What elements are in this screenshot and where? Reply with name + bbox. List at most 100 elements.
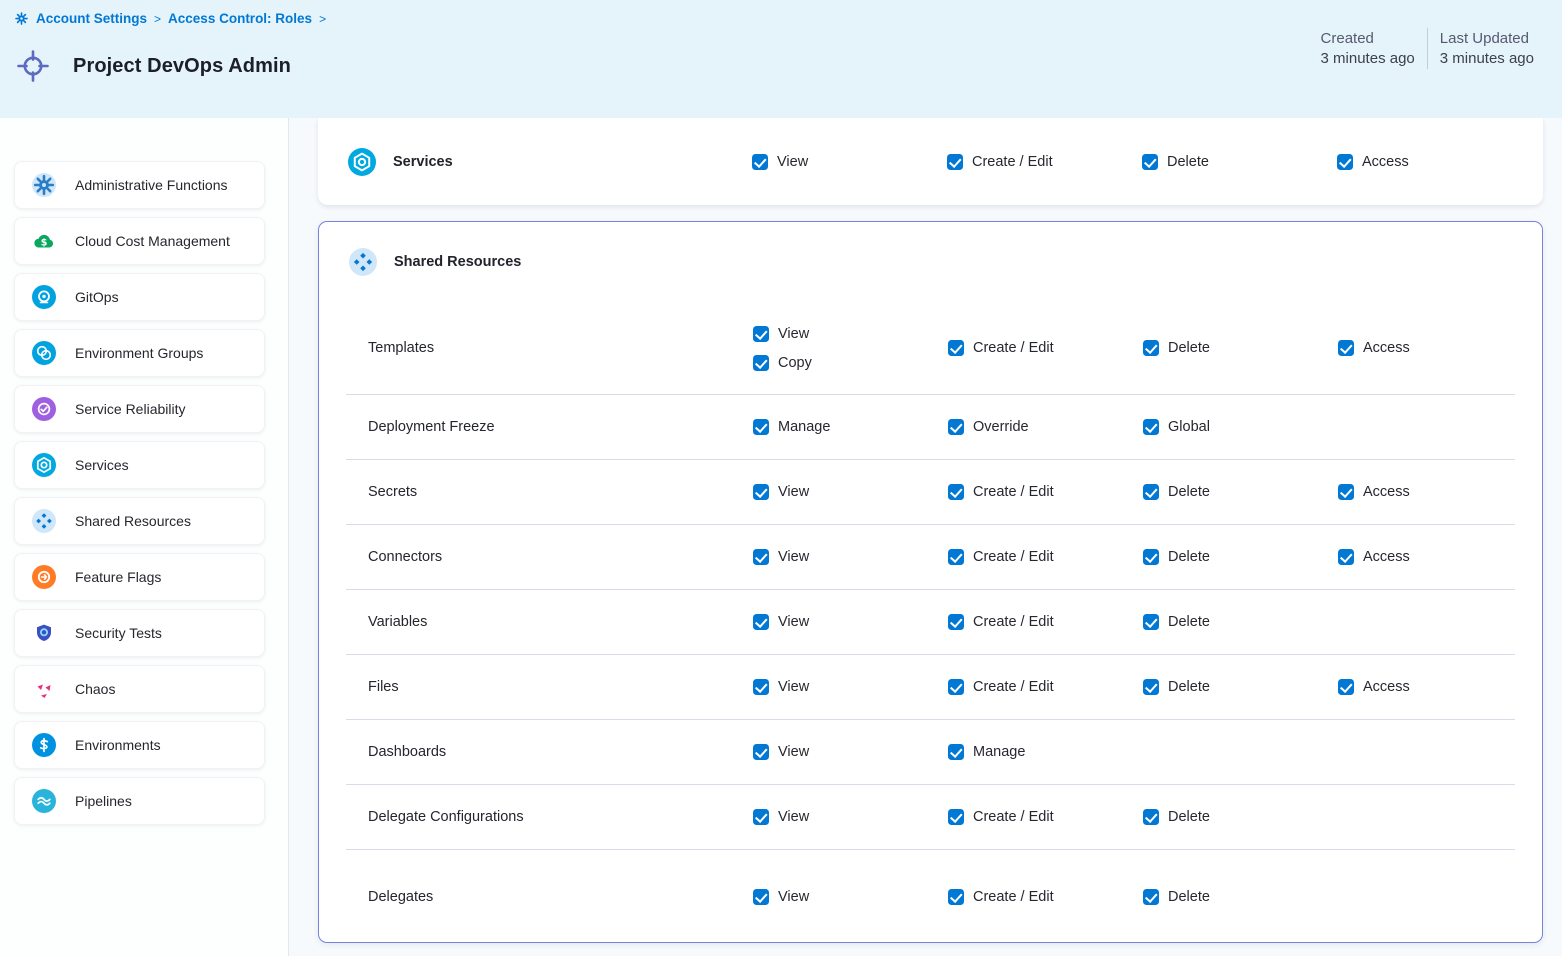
- services-section-card[interactable]: Services View Create / Edit DeleteAccess: [318, 118, 1543, 205]
- checked-checkbox-icon[interactable]: [1143, 614, 1159, 630]
- sidebar-item-service-reliability[interactable]: Service Reliability: [14, 385, 265, 433]
- checkbox-shared-resources-delegate-configurations-delete[interactable]: Delete: [1143, 809, 1338, 825]
- permission-row-templates: TemplatesViewCopyCreate / EditDeleteAcce…: [346, 302, 1515, 394]
- sidebar-item-administrative-functions[interactable]: Administrative Functions: [14, 161, 265, 209]
- checkbox-shared-resources-templates-access[interactable]: Access: [1338, 340, 1515, 356]
- sidebar-item-security-tests[interactable]: Security Tests: [14, 609, 265, 657]
- checkbox-label: View: [778, 549, 809, 565]
- checked-checkbox-icon[interactable]: [948, 809, 964, 825]
- checked-checkbox-icon[interactable]: [948, 484, 964, 500]
- services-section-title: Services: [393, 154, 453, 170]
- checked-checkbox-icon[interactable]: [753, 419, 769, 435]
- checked-checkbox-icon[interactable]: [1337, 154, 1353, 170]
- sidebar-item-environment-groups[interactable]: Environment Groups: [14, 329, 265, 377]
- checkbox-services-create-edit[interactable]: Create / Edit: [947, 154, 1142, 170]
- checked-checkbox-icon[interactable]: [753, 326, 769, 342]
- checkbox-shared-resources-secrets-create-edit[interactable]: Create / Edit: [948, 484, 1143, 500]
- checked-checkbox-icon[interactable]: [947, 154, 963, 170]
- checked-checkbox-icon[interactable]: [948, 340, 964, 356]
- checkbox-shared-resources-deployment-freeze-override[interactable]: Override: [948, 419, 1143, 435]
- sidebar-item-pipelines[interactable]: Pipelines: [14, 777, 265, 825]
- checkbox-shared-resources-delegates-view[interactable]: View: [753, 889, 948, 905]
- checkbox-shared-resources-files-delete[interactable]: Delete: [1143, 679, 1338, 695]
- checked-checkbox-icon[interactable]: [752, 154, 768, 170]
- checked-checkbox-icon[interactable]: [1143, 340, 1159, 356]
- checkbox-shared-resources-templates-create-edit[interactable]: Create / Edit: [948, 340, 1143, 356]
- checkbox-shared-resources-secrets-delete[interactable]: Delete: [1143, 484, 1338, 500]
- permission-row-files: FilesViewCreate / EditDeleteAccess: [346, 654, 1515, 719]
- sidebar-item-label: Chaos: [75, 681, 115, 697]
- checkbox-shared-resources-dashboards-manage[interactable]: Manage: [948, 744, 1143, 760]
- sidebar-item-cloud-cost-management[interactable]: $Cloud Cost Management: [14, 217, 265, 265]
- checked-checkbox-icon[interactable]: [1338, 340, 1354, 356]
- checked-checkbox-icon[interactable]: [948, 744, 964, 760]
- checkbox-services-delete[interactable]: Delete: [1142, 154, 1337, 170]
- checked-checkbox-icon[interactable]: [753, 809, 769, 825]
- sidebar-item-chaos[interactable]: Chaos: [14, 665, 265, 713]
- sidebar-item-environments[interactable]: Environments: [14, 721, 265, 769]
- checked-checkbox-icon[interactable]: [948, 889, 964, 905]
- checkbox-shared-resources-templates-copy[interactable]: Copy: [753, 355, 948, 371]
- permission-cell: Delete: [1142, 154, 1337, 170]
- checked-checkbox-icon[interactable]: [1143, 679, 1159, 695]
- checkbox-label: Create / Edit: [972, 154, 1053, 170]
- checkbox-shared-resources-delegates-create-edit[interactable]: Create / Edit: [948, 889, 1143, 905]
- checkbox-shared-resources-files-create-edit[interactable]: Create / Edit: [948, 679, 1143, 695]
- sidebar-item-label: Cloud Cost Management: [75, 233, 230, 249]
- sidebar-item-feature-flags[interactable]: Feature Flags: [14, 553, 265, 601]
- breadcrumb-link-account-settings[interactable]: Account Settings: [36, 11, 147, 26]
- checkbox-shared-resources-delegate-configurations-create-edit[interactable]: Create / Edit: [948, 809, 1143, 825]
- checked-checkbox-icon[interactable]: [753, 614, 769, 630]
- checked-checkbox-icon[interactable]: [753, 889, 769, 905]
- checkbox-shared-resources-variables-create-edit[interactable]: Create / Edit: [948, 614, 1143, 630]
- checkbox-shared-resources-delegates-delete[interactable]: Delete: [1143, 889, 1338, 905]
- checkbox-shared-resources-files-view[interactable]: View: [753, 679, 948, 695]
- sidebar-item-services[interactable]: Services: [14, 441, 265, 489]
- sidebar-item-shared-resources[interactable]: Shared Resources: [14, 497, 265, 545]
- checked-checkbox-icon[interactable]: [1338, 549, 1354, 565]
- checked-checkbox-icon[interactable]: [1143, 809, 1159, 825]
- checkbox-label: Access: [1363, 679, 1410, 695]
- checkbox-shared-resources-connectors-create-edit[interactable]: Create / Edit: [948, 549, 1143, 565]
- checkbox-shared-resources-connectors-view[interactable]: View: [753, 549, 948, 565]
- checkbox-shared-resources-delegate-configurations-view[interactable]: View: [753, 809, 948, 825]
- checked-checkbox-icon[interactable]: [753, 679, 769, 695]
- checked-checkbox-icon[interactable]: [1142, 154, 1158, 170]
- shared-resources-section-title: Shared Resources: [394, 254, 521, 270]
- checked-checkbox-icon[interactable]: [948, 679, 964, 695]
- checkbox-label: View: [778, 679, 809, 695]
- checked-checkbox-icon[interactable]: [753, 484, 769, 500]
- checkbox-services-view[interactable]: View: [752, 154, 947, 170]
- checkbox-label: Delete: [1168, 679, 1210, 695]
- checkbox-shared-resources-templates-view[interactable]: View: [753, 326, 948, 342]
- checked-checkbox-icon[interactable]: [1338, 484, 1354, 500]
- checked-checkbox-icon[interactable]: [1338, 679, 1354, 695]
- checkbox-shared-resources-connectors-delete[interactable]: Delete: [1143, 549, 1338, 565]
- checkbox-shared-resources-variables-delete[interactable]: Delete: [1143, 614, 1338, 630]
- breadcrumb-link-access-control-roles[interactable]: Access Control: Roles: [168, 11, 312, 26]
- checkbox-shared-resources-templates-delete[interactable]: Delete: [1143, 340, 1338, 356]
- checkbox-shared-resources-secrets-access[interactable]: Access: [1338, 484, 1515, 500]
- checked-checkbox-icon[interactable]: [753, 355, 769, 371]
- checkbox-shared-resources-variables-view[interactable]: View: [753, 614, 948, 630]
- checked-checkbox-icon[interactable]: [1143, 549, 1159, 565]
- checkbox-shared-resources-deployment-freeze-manage[interactable]: Manage: [753, 419, 948, 435]
- checked-checkbox-icon[interactable]: [753, 549, 769, 565]
- permission-cell: Create / Edit: [948, 340, 1143, 356]
- checked-checkbox-icon[interactable]: [1143, 889, 1159, 905]
- checkbox-shared-resources-deployment-freeze-global[interactable]: Global: [1143, 419, 1338, 435]
- checkbox-services-access[interactable]: Access: [1337, 154, 1543, 170]
- sidebar-item-gitops[interactable]: GitOps: [14, 273, 265, 321]
- checkbox-shared-resources-connectors-access[interactable]: Access: [1338, 549, 1515, 565]
- checkbox-shared-resources-files-access[interactable]: Access: [1338, 679, 1515, 695]
- settings-gear-icon: [14, 11, 29, 26]
- checked-checkbox-icon[interactable]: [1143, 419, 1159, 435]
- checked-checkbox-icon[interactable]: [948, 419, 964, 435]
- checked-checkbox-icon[interactable]: [948, 614, 964, 630]
- checked-checkbox-icon[interactable]: [948, 549, 964, 565]
- checkbox-shared-resources-dashboards-view[interactable]: View: [753, 744, 948, 760]
- checked-checkbox-icon[interactable]: [753, 744, 769, 760]
- shared-resources-section-head: Shared Resources: [319, 222, 1542, 302]
- checked-checkbox-icon[interactable]: [1143, 484, 1159, 500]
- checkbox-shared-resources-secrets-view[interactable]: View: [753, 484, 948, 500]
